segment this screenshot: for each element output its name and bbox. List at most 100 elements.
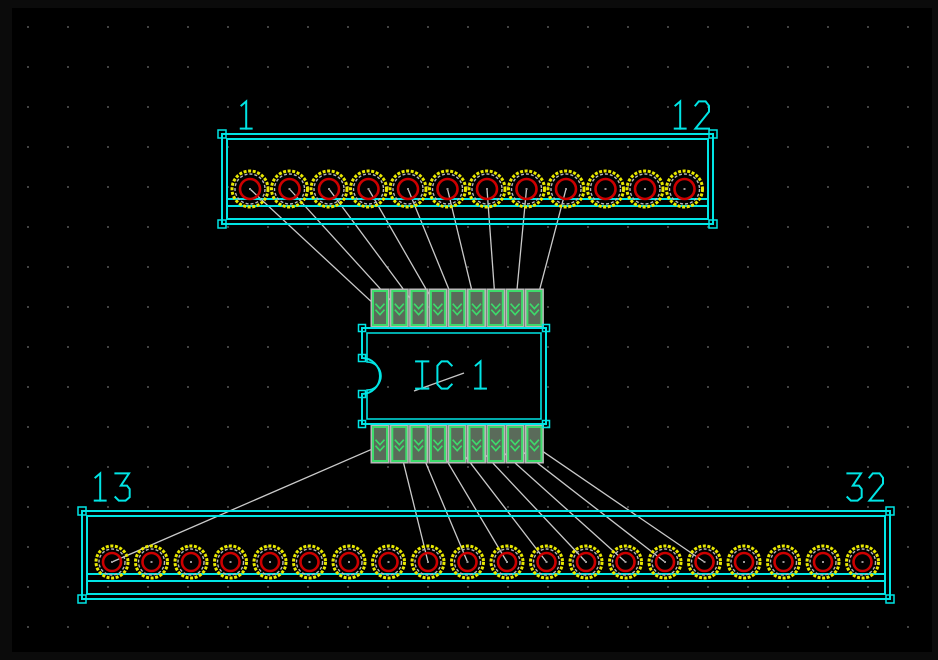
pad-center-mark [111, 561, 113, 563]
ic-pad-bottom-row[interactable] [370, 424, 390, 464]
ic-pad-bottom-row[interactable] [428, 424, 448, 464]
ic-pad-bottom-row[interactable] [505, 424, 525, 464]
ic-pad-top-row[interactable] [447, 288, 467, 328]
ic-pad-top-row[interactable] [524, 288, 544, 328]
ic-pad-bottom-row[interactable] [447, 424, 467, 464]
grid-dot [107, 586, 109, 588]
ic-pad-top-row[interactable] [428, 288, 448, 328]
top-header-connector-pad[interactable] [586, 169, 625, 209]
grid-dot [187, 306, 189, 308]
ic-pad-bottom-row[interactable] [524, 424, 544, 464]
grid-dot [627, 506, 629, 508]
grid-dot [867, 306, 869, 308]
ic-pad-bottom-row[interactable] [409, 424, 429, 464]
top-header-connector[interactable] [217, 129, 718, 229]
grid-dot [467, 506, 469, 508]
grid-dot [67, 26, 69, 28]
grid-dot [507, 626, 509, 628]
top-header-connector-pad[interactable] [388, 169, 428, 209]
grid-dot [907, 506, 909, 508]
ic-pad-top-row[interactable] [389, 288, 409, 328]
component-layer[interactable] [77, 129, 895, 604]
grid-dot [667, 146, 669, 148]
grid-dot [147, 66, 149, 68]
grid-dot [227, 66, 229, 68]
grid-dot [747, 66, 749, 68]
grid-dot [427, 106, 429, 108]
grid-dot [587, 626, 589, 628]
top-header-connector-pad[interactable] [467, 169, 507, 209]
grid-dot [187, 106, 189, 108]
glyph-2 [693, 100, 710, 130]
grid-dot [387, 346, 389, 348]
grid-dot [387, 506, 389, 508]
top-header-connector-pad[interactable] [349, 169, 388, 209]
top-header-connector-pad[interactable] [230, 169, 270, 209]
grid-dot [347, 506, 349, 508]
ic-pad-top-row[interactable] [486, 288, 506, 328]
grid-dot [267, 466, 269, 468]
grid-dot [387, 226, 389, 228]
grid-dot [507, 106, 509, 108]
ic-pad-top-row[interactable] [370, 288, 390, 328]
grid-dot [107, 346, 109, 348]
grid-dot [107, 426, 109, 428]
grid-dot [227, 266, 229, 268]
grid-dot [507, 346, 509, 348]
grid-dot [547, 306, 549, 308]
grid-dot [827, 626, 829, 628]
top-header-connector-pad[interactable] [546, 169, 586, 209]
ic-pad-top-row[interactable] [467, 288, 486, 328]
ic-pad-top-row[interactable] [505, 288, 525, 328]
pcb-canvas[interactable] [12, 8, 932, 652]
grid-dot [387, 146, 389, 148]
top-header-connector-pad[interactable] [270, 169, 309, 209]
grid-dot [387, 466, 389, 468]
top-header-connector-pad[interactable] [625, 169, 665, 209]
grid-dot [667, 266, 669, 268]
grid-dot [347, 626, 349, 628]
grid-dot [227, 306, 229, 308]
grid-dot [907, 586, 909, 588]
grid-dot [467, 346, 469, 348]
grid-dot [27, 186, 29, 188]
pad-center-mark [703, 561, 706, 563]
grid-dot [107, 626, 109, 628]
airwire-top [249, 188, 381, 311]
grid-dot [227, 466, 229, 468]
ic-pad-bottom-row[interactable] [467, 424, 486, 464]
grid-dot [587, 226, 589, 228]
grid-dot [787, 626, 789, 628]
top-header-connector-pad[interactable] [665, 169, 704, 209]
grid-dot [107, 506, 109, 508]
pad-center-mark [249, 188, 251, 190]
ic-designator-label-vector [415, 359, 487, 390]
grid-dot [27, 26, 29, 28]
grid-dot [347, 66, 349, 68]
grid-dot [267, 226, 269, 228]
top-header-connector-pad[interactable] [309, 169, 349, 209]
top-header-connector-pad[interactable] [507, 169, 546, 209]
grid-dot [347, 386, 349, 388]
ic-pad-bottom-row[interactable] [486, 424, 506, 464]
grid-dot [267, 626, 269, 628]
pcb-drawing-surface[interactable] [12, 8, 932, 652]
bottom-header-connector[interactable] [77, 506, 895, 604]
pad-center-mark [367, 188, 370, 190]
grid-dot [67, 346, 69, 348]
ic-pad-bottom-row[interactable] [389, 424, 409, 464]
grid-dot [667, 626, 669, 628]
pad-center-mark [683, 188, 686, 190]
grid-dot [267, 106, 269, 108]
grid-dot [867, 386, 869, 388]
grid-dot [707, 306, 709, 308]
grid-dot [187, 346, 189, 348]
grid-dot [787, 26, 789, 28]
ic-pad-top-row[interactable] [409, 288, 429, 328]
grid-dot [867, 26, 869, 28]
grid-dot [227, 386, 229, 388]
top-header-connector-pad[interactable] [428, 169, 467, 209]
grid-dot [467, 146, 469, 148]
grid-dot [907, 266, 909, 268]
grid-dot [187, 506, 189, 508]
